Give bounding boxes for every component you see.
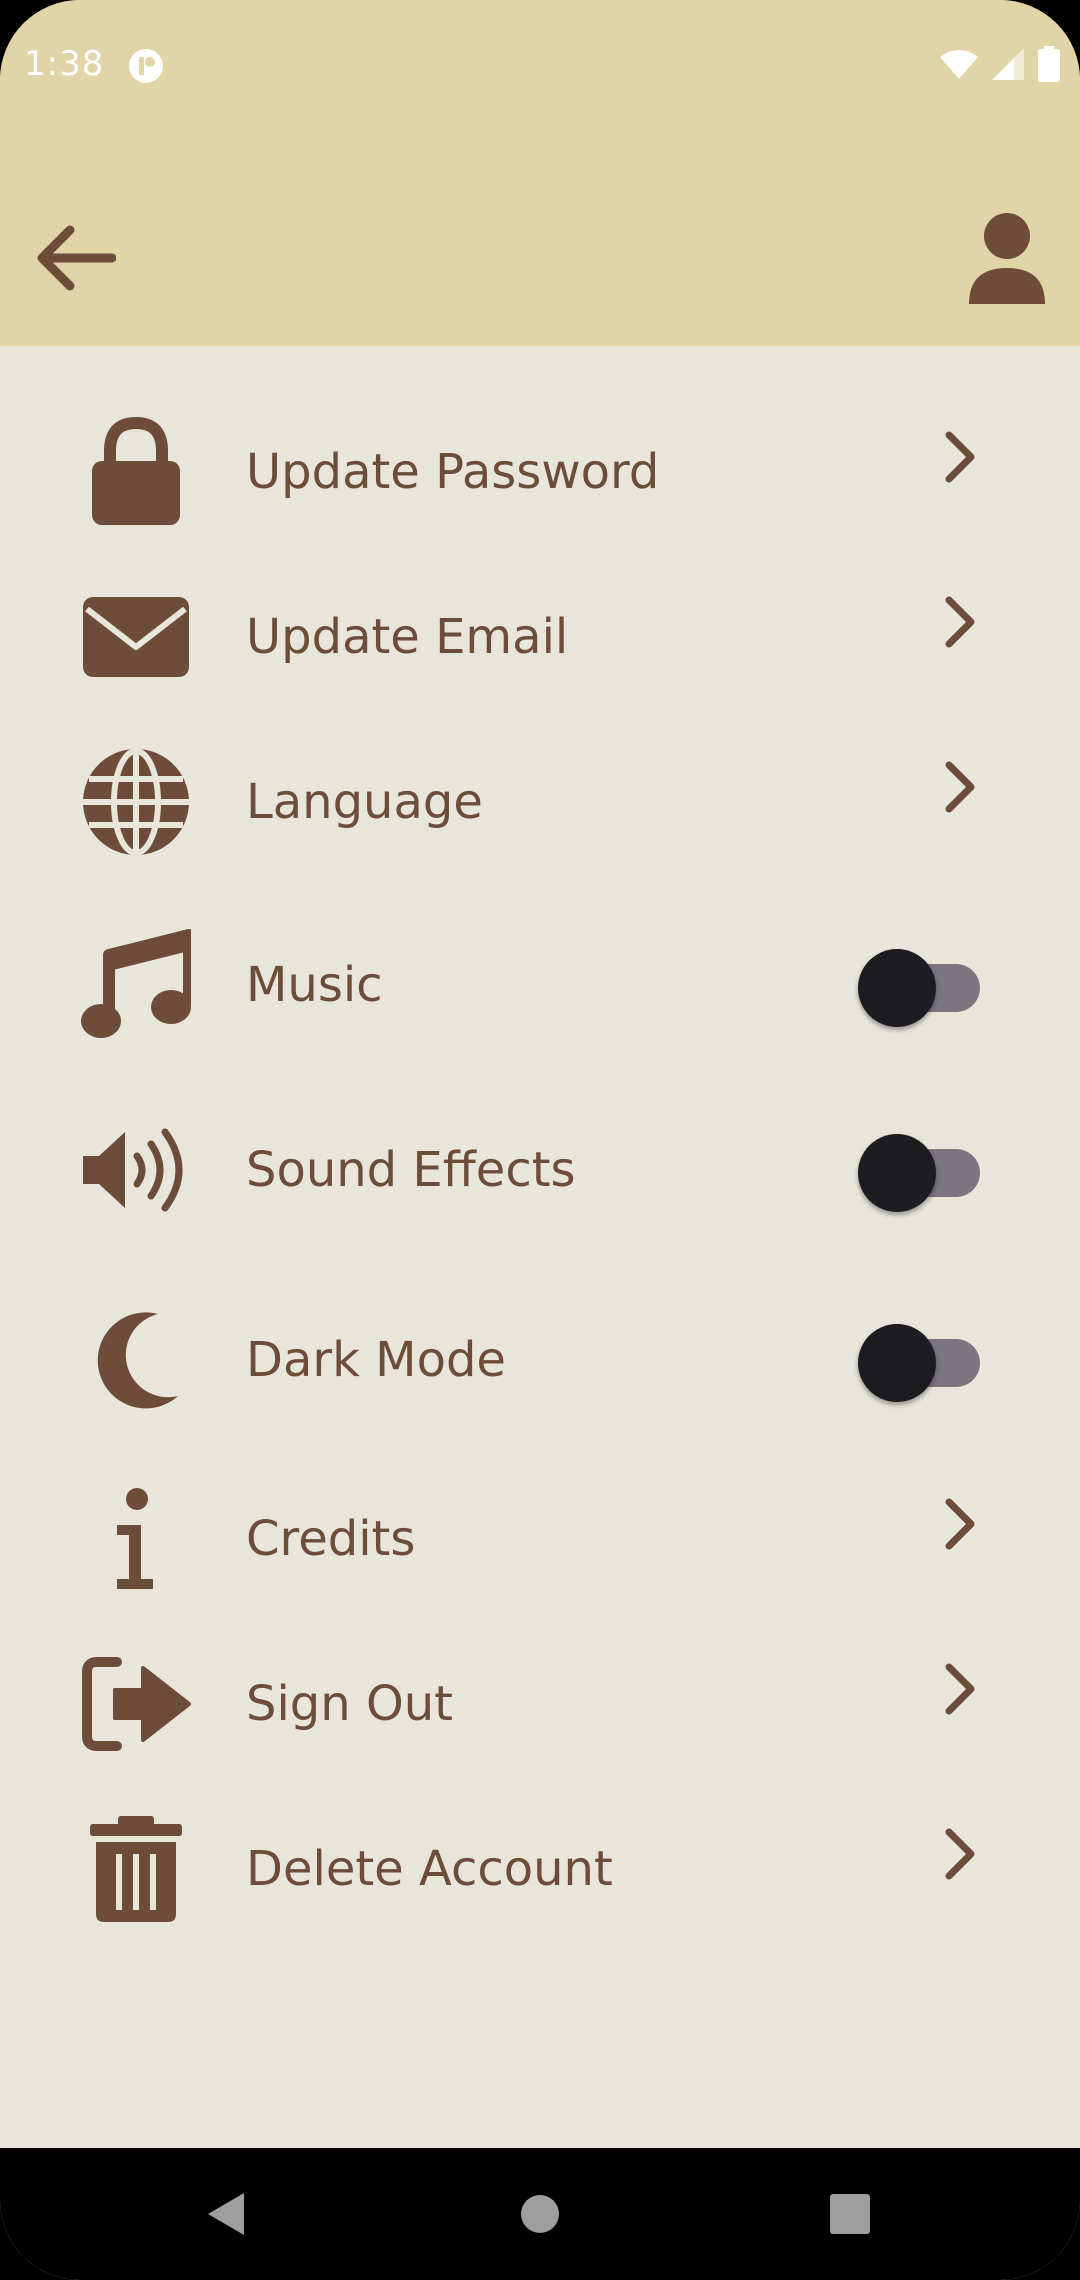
language-row[interactable]: Language <box>0 727 1080 877</box>
triangle-back-icon <box>208 2193 244 2235</box>
moon-icon <box>76 1285 196 1435</box>
toggle-thumb <box>858 1324 936 1402</box>
music-row: Music <box>0 910 1080 1060</box>
chevron-right-icon <box>930 1629 990 1779</box>
toggle-thumb <box>858 949 936 1027</box>
signal-icon <box>992 48 1024 84</box>
sound-effects-row: Sound Effects <box>0 1095 1080 1245</box>
speaker-icon <box>76 1095 196 1245</box>
notification-icon <box>128 48 164 88</box>
credits-label: Credits <box>246 1511 416 1567</box>
lock-icon <box>76 397 196 547</box>
music-note-icon <box>76 910 196 1060</box>
credits-row[interactable]: Credits <box>0 1464 1080 1614</box>
chevron-right-icon <box>930 562 990 712</box>
nav-recents-button[interactable] <box>790 2148 910 2280</box>
nav-back-button[interactable] <box>166 2148 286 2280</box>
profile-button[interactable] <box>962 210 1052 306</box>
sign-out-row[interactable]: Sign Out <box>0 1629 1080 1779</box>
sound-effects-label: Sound Effects <box>246 1142 576 1198</box>
trash-icon <box>76 1794 196 1944</box>
sound-effects-toggle[interactable] <box>850 1095 990 1245</box>
chevron-right-icon <box>930 1464 990 1614</box>
music-toggle[interactable] <box>850 910 990 1060</box>
system-nav-bar <box>0 2148 1080 2280</box>
update-password-row[interactable]: Update Password <box>0 397 1080 547</box>
nav-home-button[interactable] <box>480 2148 600 2280</box>
update-password-label: Update Password <box>246 444 660 500</box>
language-label: Language <box>246 774 483 830</box>
screen: 1:38 Update Password Update Email Langua… <box>0 0 1080 2280</box>
status-time: 1:38 <box>24 44 105 84</box>
delete-account-row[interactable]: Delete Account <box>0 1794 1080 1944</box>
chevron-right-icon <box>930 397 990 547</box>
toggle-thumb <box>858 1134 936 1212</box>
sign-out-label: Sign Out <box>246 1676 453 1732</box>
info-icon <box>76 1464 196 1614</box>
wifi-icon <box>940 49 978 83</box>
status-icons <box>940 46 1060 86</box>
update-email-row[interactable]: Update Email <box>0 562 1080 712</box>
arrow-left-icon <box>37 225 116 291</box>
battery-icon <box>1038 46 1060 86</box>
update-email-label: Update Email <box>246 609 569 665</box>
dark-mode-row: Dark Mode <box>0 1285 1080 1435</box>
envelope-icon <box>76 562 196 712</box>
delete-account-label: Delete Account <box>246 1841 613 1897</box>
music-label: Music <box>246 957 383 1013</box>
square-recents-icon <box>830 2194 870 2234</box>
dark-mode-label: Dark Mode <box>246 1332 506 1388</box>
user-icon <box>969 213 1045 304</box>
chevron-right-icon <box>930 727 990 877</box>
back-button[interactable] <box>30 218 120 298</box>
globe-icon <box>76 727 196 877</box>
dark-mode-toggle[interactable] <box>850 1285 990 1435</box>
sign-out-icon <box>76 1629 196 1779</box>
chevron-right-icon <box>930 1794 990 1944</box>
app-bar: 1:38 <box>0 0 1080 346</box>
circle-home-icon <box>521 2195 559 2233</box>
